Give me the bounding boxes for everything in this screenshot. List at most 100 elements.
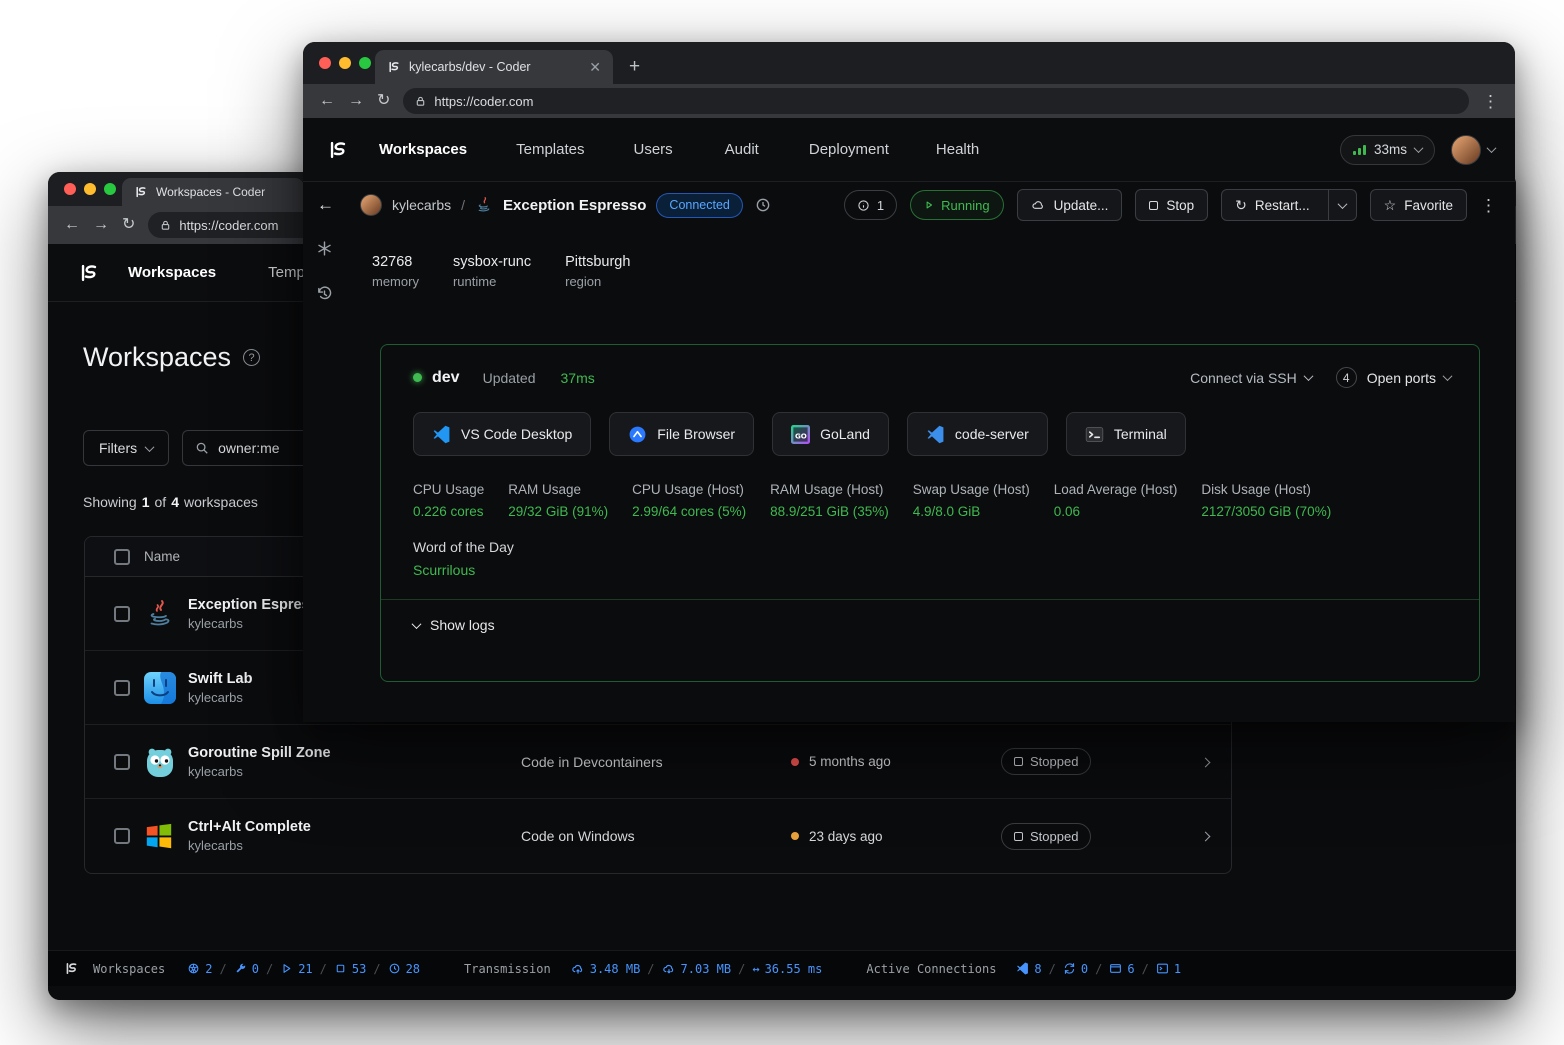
forward-icon[interactable]: → [93,217,109,233]
update-button[interactable]: Update... [1017,189,1123,221]
stop-button[interactable]: Stop [1135,189,1208,221]
nav-deployment[interactable]: Deployment [809,141,889,158]
nav-audit[interactable]: Audit [725,141,759,158]
app-button-goland[interactable]: GO GoLand [772,412,889,456]
resources-asterisk-icon[interactable] [316,240,333,257]
open-ports-button[interactable]: Open ports [1367,370,1451,386]
row-checkbox[interactable] [114,606,130,622]
status-badge: Stopped [1001,748,1091,775]
workspace-name[interactable]: Ctrl+Alt Complete [188,819,521,835]
show-logs-button[interactable]: Show logs [381,600,1479,633]
gopher-icon [144,746,188,778]
help-icon[interactable]: ? [243,349,260,366]
goland-icon: GO [791,425,810,444]
breadcrumb-owner[interactable]: kylecarbs [392,197,451,213]
minimize-window-button[interactable] [339,57,351,69]
app-button-terminal[interactable]: Terminal [1066,412,1186,456]
agent-name: dev [432,369,460,387]
row-chevron-icon[interactable] [1202,753,1209,771]
schedule-clock-icon[interactable] [755,197,771,213]
zoom-window-button[interactable] [359,57,371,69]
refresh-icon[interactable]: ↻ [377,93,390,109]
close-window-button[interactable] [319,57,331,69]
filebrowser-icon [628,425,647,444]
latency-pill[interactable]: 33ms [1340,135,1435,165]
nav-users[interactable]: Users [633,141,672,158]
workspace-menu-icon[interactable]: ⋮ [1480,197,1497,214]
workspace-name[interactable]: Goroutine Spill Zone [188,745,521,761]
name-column-header: Name [144,549,180,564]
connect-ssh-button[interactable]: Connect via SSH [1190,370,1312,386]
pending-count[interactable]: 28 [388,962,420,976]
close-window-button[interactable] [64,183,76,195]
row-checkbox[interactable] [114,754,130,770]
info-icon [857,199,870,212]
status-badge: Stopped [1001,823,1091,850]
stat-label: region [565,274,630,289]
browser-tab[interactable]: Workspaces - Coder [122,178,304,206]
nav-templates[interactable]: Templates [516,141,584,158]
url-text: https://coder.com [434,94,533,109]
ports-count-badge: 4 [1336,367,1357,388]
outdated-badge[interactable]: 1 [844,190,897,220]
nav-health[interactable]: Health [936,141,979,158]
filters-button[interactable]: Filters [83,430,169,466]
workspace-template: Code on Windows [521,828,791,844]
coder-logo-icon[interactable] [327,139,349,161]
search-value: owner:me [218,440,279,456]
favorite-button[interactable]: ☆ Favorite [1370,189,1467,221]
user-avatar[interactable] [1451,135,1481,165]
metric: Swap Usage (Host)4.9/8.0 GiB [913,482,1030,519]
browser-tab[interactable]: kylecarbs/dev - Coder ✕ [375,50,613,84]
running-count[interactable]: 21 [280,962,312,976]
coder-favicon-icon [387,60,401,74]
row-checkbox[interactable] [114,680,130,696]
word-of-the-day: Word of the Day Scurrilous [381,519,1479,578]
terminal-icon [1085,425,1104,444]
cloud-icon [1031,198,1046,213]
forward-icon[interactable]: → [348,93,364,109]
agent-status-dot [413,373,422,382]
chevron-down-icon[interactable] [1487,143,1497,153]
last-used-text: 5 months ago [809,754,891,769]
app-button-code-server[interactable]: code-server [907,412,1048,456]
coder-logo-icon [64,961,79,976]
restart-options-button[interactable] [1328,190,1356,220]
word-label: Word of the Day [413,539,1479,555]
app-button-file-browser[interactable]: File Browser [609,412,754,456]
play-icon [924,200,934,210]
history-icon[interactable] [316,285,333,302]
workspace-page: Workspaces Templates Users Audit Deploym… [303,118,1515,722]
restart-button[interactable]: ↻ Restart... [1221,189,1357,221]
table-row[interactable]: Goroutine Spill Zone kylecarbs Code in D… [85,725,1231,799]
minimize-window-button[interactable] [84,183,96,195]
search-input[interactable]: owner:me [182,430,314,466]
close-tab-icon[interactable]: ✕ [589,59,601,76]
row-checkbox[interactable] [114,828,130,844]
coder-logo-icon[interactable] [78,262,100,284]
new-tab-button[interactable]: + [629,56,640,78]
stat-value: sysbox-runc [453,254,531,270]
browser-menu-icon[interactable]: ⋮ [1482,93,1499,110]
connected-badge: Connected [656,193,742,218]
search-icon [195,441,209,455]
k8s-count[interactable]: 2 [187,962,212,976]
stopped-count[interactable]: 53 [334,962,366,976]
select-all-checkbox[interactable] [114,549,130,565]
stat-value: 32768 [372,254,419,270]
running-badge[interactable]: Running [910,190,1003,220]
nav-workspaces[interactable]: Workspaces [128,264,216,281]
address-bar[interactable]: https://coder.com [403,88,1469,114]
row-chevron-icon[interactable] [1202,827,1209,845]
table-row[interactable]: Ctrl+Alt Complete kylecarbs Code on Wind… [85,799,1231,873]
back-icon[interactable]: ← [64,217,80,233]
metric: CPU Usage0.226 cores [413,482,484,519]
zoom-window-button[interactable] [104,183,116,195]
back-icon[interactable]: ← [317,195,334,215]
metrics-row: CPU Usage0.226 cores RAM Usage29/32 GiB … [381,456,1479,519]
app-button-vscode-desktop[interactable]: VS Code Desktop [413,412,591,456]
nav-workspaces[interactable]: Workspaces [379,141,467,158]
build-count[interactable]: 0 [234,962,259,976]
back-icon[interactable]: ← [319,93,335,109]
refresh-icon[interactable]: ↻ [122,217,135,233]
